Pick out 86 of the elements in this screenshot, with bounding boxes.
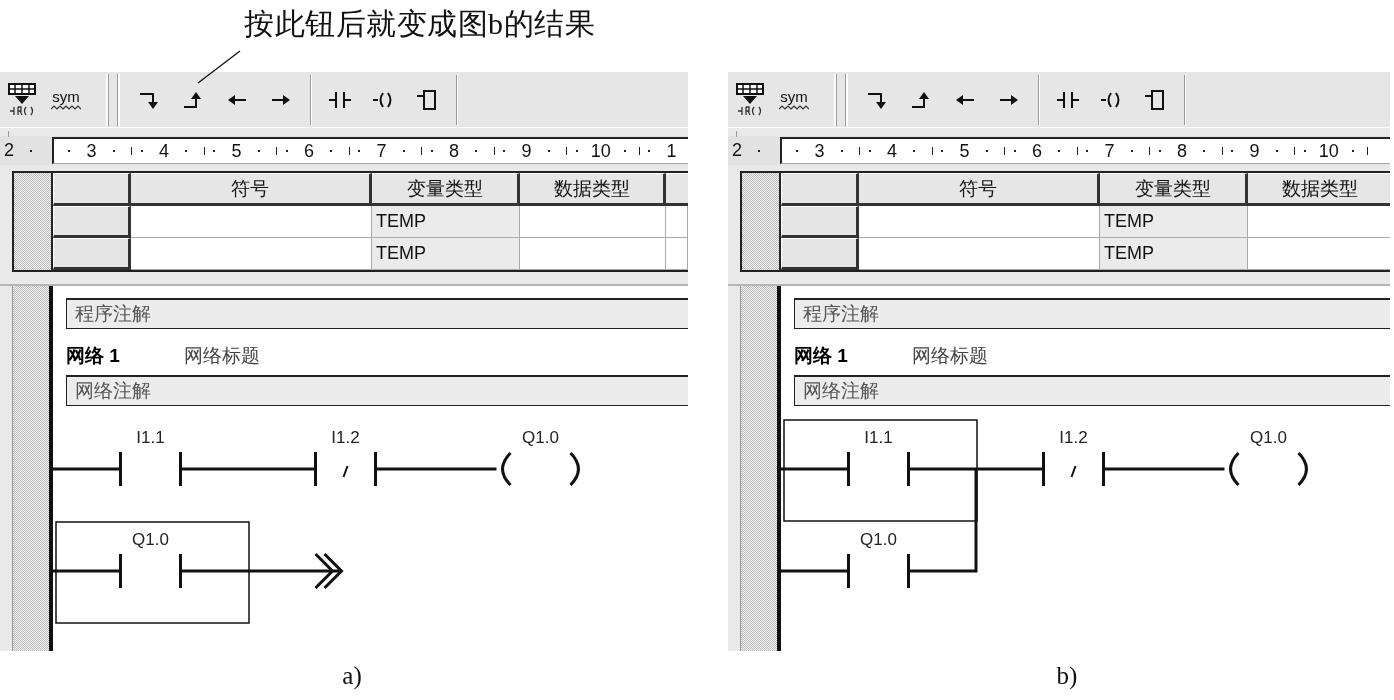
ruler-label: 1	[666, 141, 677, 161]
column-header: 变量类型	[1100, 173, 1248, 206]
contact-symbol[interactable]	[847, 552, 910, 590]
ruler-label: 2	[4, 140, 15, 161]
box-icon	[1145, 89, 1167, 110]
table-cell: TEMP	[372, 238, 520, 270]
wire	[53, 569, 121, 573]
column-header: 数据类型	[520, 173, 666, 206]
row-header-cell[interactable]	[53, 238, 131, 270]
address-label: Q1.0	[522, 428, 559, 447]
ruler-label: 5	[231, 141, 242, 161]
table-cell[interactable]	[666, 238, 688, 270]
address-label: Q1.0	[132, 530, 169, 549]
ruler-label: 6	[1032, 141, 1042, 161]
table-cell[interactable]	[520, 206, 666, 238]
coil-symbol[interactable]	[1229, 452, 1308, 486]
table-cell: TEMP	[1100, 206, 1248, 238]
ruler-label: 9	[521, 141, 532, 161]
contact-symbol[interactable]	[119, 552, 182, 590]
figure-caption: a)	[342, 662, 362, 690]
wavy-line-icon	[51, 105, 81, 110]
program-comment-field[interactable]: 程序注解	[794, 298, 1390, 329]
table-cell[interactable]	[520, 238, 666, 270]
toolbar-grip[interactable]	[106, 73, 120, 126]
ruler-label: 4	[159, 141, 169, 161]
coil-symbol[interactable]	[501, 452, 580, 486]
ruler-label: 3	[86, 141, 97, 161]
address-label: Q1.0	[860, 530, 897, 549]
column-header: 符号	[859, 173, 1100, 206]
annotation-text: 按此钮后就变成图b的结果	[244, 7, 595, 40]
network-comment-field[interactable]: 网络注解	[794, 375, 1390, 406]
address-label: I1.1	[136, 428, 165, 447]
ruler-label: 9	[1249, 141, 1260, 161]
ruler-label: 4	[887, 141, 897, 161]
ruler-label: 3	[814, 141, 825, 161]
symbol-button[interactable]: sym	[44, 77, 88, 122]
contact-icon	[329, 89, 351, 110]
wire	[781, 569, 849, 573]
network-number: 网络 1	[66, 343, 121, 368]
table-cell: TEMP	[372, 206, 520, 238]
column-header: 变量类型	[372, 173, 520, 206]
contact-icon	[1057, 89, 1079, 110]
table-cell[interactable]	[666, 206, 688, 238]
table-cell: TEMP	[1100, 238, 1248, 270]
table-cell[interactable]	[859, 206, 1100, 238]
wire	[781, 467, 849, 471]
row-header-cell[interactable]	[53, 206, 131, 238]
ruler-label: 6	[304, 141, 314, 161]
address-label: Q1.0	[1250, 428, 1287, 447]
symbol-button[interactable]: sym	[772, 77, 816, 122]
table-cell[interactable]	[131, 206, 372, 238]
address-label: I1.1	[864, 428, 893, 447]
box-icon	[417, 89, 439, 110]
ruler-label: 10	[1318, 141, 1339, 161]
ruler-label: 7	[376, 141, 387, 161]
address-label: I1.2	[331, 428, 360, 447]
leader-line	[196, 50, 242, 84]
figure-caption: b)	[1056, 662, 1078, 690]
ruler-label: 8	[1177, 141, 1187, 161]
column-header: 数据类型	[1248, 173, 1390, 206]
row-header-cell[interactable]	[781, 238, 859, 270]
address-label: I1.2	[1059, 428, 1088, 447]
network-number: 网络 1	[794, 343, 849, 368]
ruler-label: 2	[732, 140, 743, 161]
column-header: 符号	[131, 173, 372, 206]
table-cell[interactable]	[131, 238, 372, 270]
network-title[interactable]: 网络标题	[184, 342, 260, 369]
row-header-cell[interactable]	[781, 206, 859, 238]
nc-contact-symbol[interactable]	[1042, 450, 1105, 488]
table-down-arrow-icon	[8, 82, 36, 117]
ruler-label: 5	[959, 141, 970, 161]
table-header-cell	[666, 173, 688, 206]
ruler-label: 10	[590, 141, 611, 161]
contact-symbol[interactable]	[119, 450, 182, 488]
wire	[53, 467, 121, 471]
table-cell[interactable]	[859, 238, 1100, 270]
ruler-label: 8	[449, 141, 459, 161]
network-comment-field[interactable]: 网络注解	[66, 375, 688, 406]
table-down-arrow-icon	[736, 82, 764, 117]
contact-symbol[interactable]	[847, 450, 910, 488]
network-title[interactable]: 网络标题	[912, 342, 988, 369]
ruler-label: 7	[1104, 141, 1115, 161]
toolbar-grip[interactable]	[834, 73, 848, 126]
program-comment-field[interactable]: 程序注解	[66, 298, 688, 329]
wavy-line-icon	[779, 105, 809, 110]
nc-contact-symbol[interactable]	[314, 450, 377, 488]
